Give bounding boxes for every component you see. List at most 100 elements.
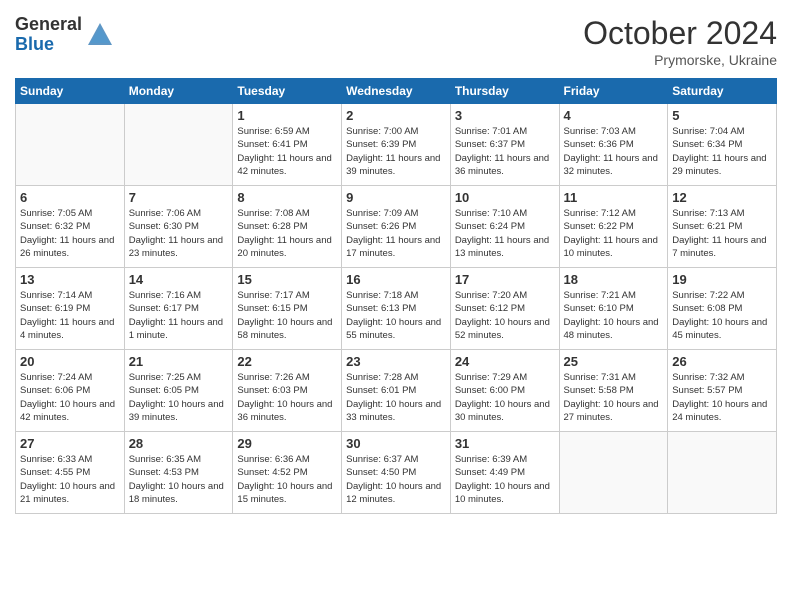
calendar-day-cell: 15 Sunrise: 7:17 AM Sunset: 6:15 PM Dayli… (233, 268, 342, 350)
day-detail: Sunrise: 7:16 AM Sunset: 6:17 PM Dayligh… (129, 289, 229, 342)
calendar-day-cell: 8 Sunrise: 7:08 AM Sunset: 6:28 PM Daylig… (233, 186, 342, 268)
weekday-header: Sunday (16, 79, 125, 104)
day-number: 23 (346, 354, 446, 369)
day-detail: Sunrise: 6:33 AM Sunset: 4:55 PM Dayligh… (20, 453, 120, 506)
calendar-day-cell: 5Sunrise: 7:04 AM Sunset: 6:34 PM Daylig… (668, 104, 777, 186)
calendar-day-cell (124, 104, 233, 186)
calendar-day-cell: 2 Sunrise: 7:00 AM Sunset: 6:39 PM Daylig… (342, 104, 451, 186)
day-number: 21 (129, 354, 229, 369)
day-number: 13 (20, 272, 120, 287)
weekday-header: Saturday (668, 79, 777, 104)
calendar-day-cell: 16 Sunrise: 7:18 AM Sunset: 6:13 PM Dayli… (342, 268, 451, 350)
day-detail: Sunrise: 6:35 AM Sunset: 4:53 PM Dayligh… (129, 453, 229, 506)
day-number: 19 (672, 272, 772, 287)
day-detail: Sunrise: 7:25 AM Sunset: 6:05 PM Dayligh… (129, 371, 229, 424)
day-detail: Sunrise: 7:06 AM Sunset: 6:30 PM Dayligh… (129, 207, 229, 260)
calendar-day-cell (668, 432, 777, 514)
calendar-day-cell: 14 Sunrise: 7:16 AM Sunset: 6:17 PM Dayli… (124, 268, 233, 350)
day-detail: Sunrise: 6:37 AM Sunset: 4:50 PM Dayligh… (346, 453, 446, 506)
day-number: 22 (237, 354, 337, 369)
day-detail: Sunrise: 7:31 AM Sunset: 5:58 PM Dayligh… (564, 371, 664, 424)
calendar-day-cell: 27Sunrise: 6:33 AM Sunset: 4:55 PM Dayli… (16, 432, 125, 514)
day-detail: Sunrise: 7:32 AM Sunset: 5:57 PM Dayligh… (672, 371, 772, 424)
day-number: 8 (237, 190, 337, 205)
day-number: 7 (129, 190, 229, 205)
calendar-day-cell: 4 Sunrise: 7:03 AM Sunset: 6:36 PM Daylig… (559, 104, 668, 186)
calendar-day-cell: 10Sunrise: 7:10 AM Sunset: 6:24 PM Dayli… (450, 186, 559, 268)
day-detail: Sunrise: 7:01 AM Sunset: 6:37 PM Dayligh… (455, 125, 555, 178)
calendar-week-row: 20 Sunrise: 7:24 AM Sunset: 6:06 PM Dayli… (16, 350, 777, 432)
day-detail: Sunrise: 7:24 AM Sunset: 6:06 PM Dayligh… (20, 371, 120, 424)
day-detail: Sunrise: 7:17 AM Sunset: 6:15 PM Dayligh… (237, 289, 337, 342)
calendar-week-row: 27Sunrise: 6:33 AM Sunset: 4:55 PM Dayli… (16, 432, 777, 514)
day-number: 12 (672, 190, 772, 205)
day-number: 2 (346, 108, 446, 123)
day-number: 4 (564, 108, 664, 123)
day-detail: Sunrise: 7:08 AM Sunset: 6:28 PM Dayligh… (237, 207, 337, 260)
logo-general: General (15, 15, 82, 35)
calendar-day-cell: 31 Sunrise: 6:39 AM Sunset: 4:49 PM Dayli… (450, 432, 559, 514)
calendar-day-cell: 9Sunrise: 7:09 AM Sunset: 6:26 PM Daylig… (342, 186, 451, 268)
calendar-day-cell: 7 Sunrise: 7:06 AM Sunset: 6:30 PM Daylig… (124, 186, 233, 268)
calendar-day-cell: 28Sunrise: 6:35 AM Sunset: 4:53 PM Dayli… (124, 432, 233, 514)
calendar-day-cell: 12Sunrise: 7:13 AM Sunset: 6:21 PM Dayli… (668, 186, 777, 268)
day-number: 17 (455, 272, 555, 287)
weekday-header: Wednesday (342, 79, 451, 104)
calendar: SundayMondayTuesdayWednesdayThursdayFrid… (15, 78, 777, 514)
calendar-week-row: 1 Sunrise: 6:59 AM Sunset: 6:41 PM Daylig… (16, 104, 777, 186)
calendar-day-cell (16, 104, 125, 186)
calendar-day-cell: 23 Sunrise: 7:28 AM Sunset: 6:01 PM Dayli… (342, 350, 451, 432)
calendar-day-cell: 26 Sunrise: 7:32 AM Sunset: 5:57 PM Dayli… (668, 350, 777, 432)
day-number: 1 (237, 108, 337, 123)
calendar-day-cell: 29 Sunrise: 6:36 AM Sunset: 4:52 PM Dayli… (233, 432, 342, 514)
logo-blue: Blue (15, 35, 82, 55)
calendar-day-cell: 18Sunrise: 7:21 AM Sunset: 6:10 PM Dayli… (559, 268, 668, 350)
calendar-day-cell: 17 Sunrise: 7:20 AM Sunset: 6:12 PM Dayli… (450, 268, 559, 350)
calendar-day-cell: 30 Sunrise: 6:37 AM Sunset: 4:50 PM Dayli… (342, 432, 451, 514)
day-number: 31 (455, 436, 555, 451)
day-detail: Sunrise: 7:14 AM Sunset: 6:19 PM Dayligh… (20, 289, 120, 342)
day-number: 30 (346, 436, 446, 451)
day-detail: Sunrise: 7:29 AM Sunset: 6:00 PM Dayligh… (455, 371, 555, 424)
day-number: 6 (20, 190, 120, 205)
page-header: General Blue October 2024 Prymorske, Ukr… (15, 15, 777, 68)
day-number: 9 (346, 190, 446, 205)
day-number: 24 (455, 354, 555, 369)
day-detail: Sunrise: 6:36 AM Sunset: 4:52 PM Dayligh… (237, 453, 337, 506)
month-title: October 2024 (583, 15, 777, 52)
logo-icon (86, 21, 114, 49)
calendar-day-cell: 6Sunrise: 7:05 AM Sunset: 6:32 PM Daylig… (16, 186, 125, 268)
calendar-week-row: 6Sunrise: 7:05 AM Sunset: 6:32 PM Daylig… (16, 186, 777, 268)
day-detail: Sunrise: 7:28 AM Sunset: 6:01 PM Dayligh… (346, 371, 446, 424)
day-detail: Sunrise: 7:00 AM Sunset: 6:39 PM Dayligh… (346, 125, 446, 178)
day-number: 20 (20, 354, 120, 369)
calendar-day-cell: 1 Sunrise: 6:59 AM Sunset: 6:41 PM Daylig… (233, 104, 342, 186)
day-detail: Sunrise: 7:22 AM Sunset: 6:08 PM Dayligh… (672, 289, 772, 342)
day-detail: Sunrise: 7:03 AM Sunset: 6:36 PM Dayligh… (564, 125, 664, 178)
day-detail: Sunrise: 7:21 AM Sunset: 6:10 PM Dayligh… (564, 289, 664, 342)
day-detail: Sunrise: 7:18 AM Sunset: 6:13 PM Dayligh… (346, 289, 446, 342)
day-number: 29 (237, 436, 337, 451)
day-number: 5 (672, 108, 772, 123)
calendar-day-cell: 11Sunrise: 7:12 AM Sunset: 6:22 PM Dayli… (559, 186, 668, 268)
day-number: 14 (129, 272, 229, 287)
calendar-day-cell: 24 Sunrise: 7:29 AM Sunset: 6:00 PM Dayli… (450, 350, 559, 432)
day-detail: Sunrise: 6:59 AM Sunset: 6:41 PM Dayligh… (237, 125, 337, 178)
day-number: 26 (672, 354, 772, 369)
day-number: 15 (237, 272, 337, 287)
day-number: 10 (455, 190, 555, 205)
day-number: 11 (564, 190, 664, 205)
day-number: 16 (346, 272, 446, 287)
calendar-day-cell: 21 Sunrise: 7:25 AM Sunset: 6:05 PM Dayli… (124, 350, 233, 432)
day-detail: Sunrise: 6:39 AM Sunset: 4:49 PM Dayligh… (455, 453, 555, 506)
calendar-day-cell: 20 Sunrise: 7:24 AM Sunset: 6:06 PM Dayli… (16, 350, 125, 432)
location: Prymorske, Ukraine (583, 52, 777, 68)
calendar-week-row: 13 Sunrise: 7:14 AM Sunset: 6:19 PM Dayli… (16, 268, 777, 350)
weekday-header: Tuesday (233, 79, 342, 104)
day-number: 3 (455, 108, 555, 123)
calendar-day-cell (559, 432, 668, 514)
title-block: October 2024 Prymorske, Ukraine (583, 15, 777, 68)
day-detail: Sunrise: 7:26 AM Sunset: 6:03 PM Dayligh… (237, 371, 337, 424)
calendar-day-cell: 25Sunrise: 7:31 AM Sunset: 5:58 PM Dayli… (559, 350, 668, 432)
day-detail: Sunrise: 7:20 AM Sunset: 6:12 PM Dayligh… (455, 289, 555, 342)
